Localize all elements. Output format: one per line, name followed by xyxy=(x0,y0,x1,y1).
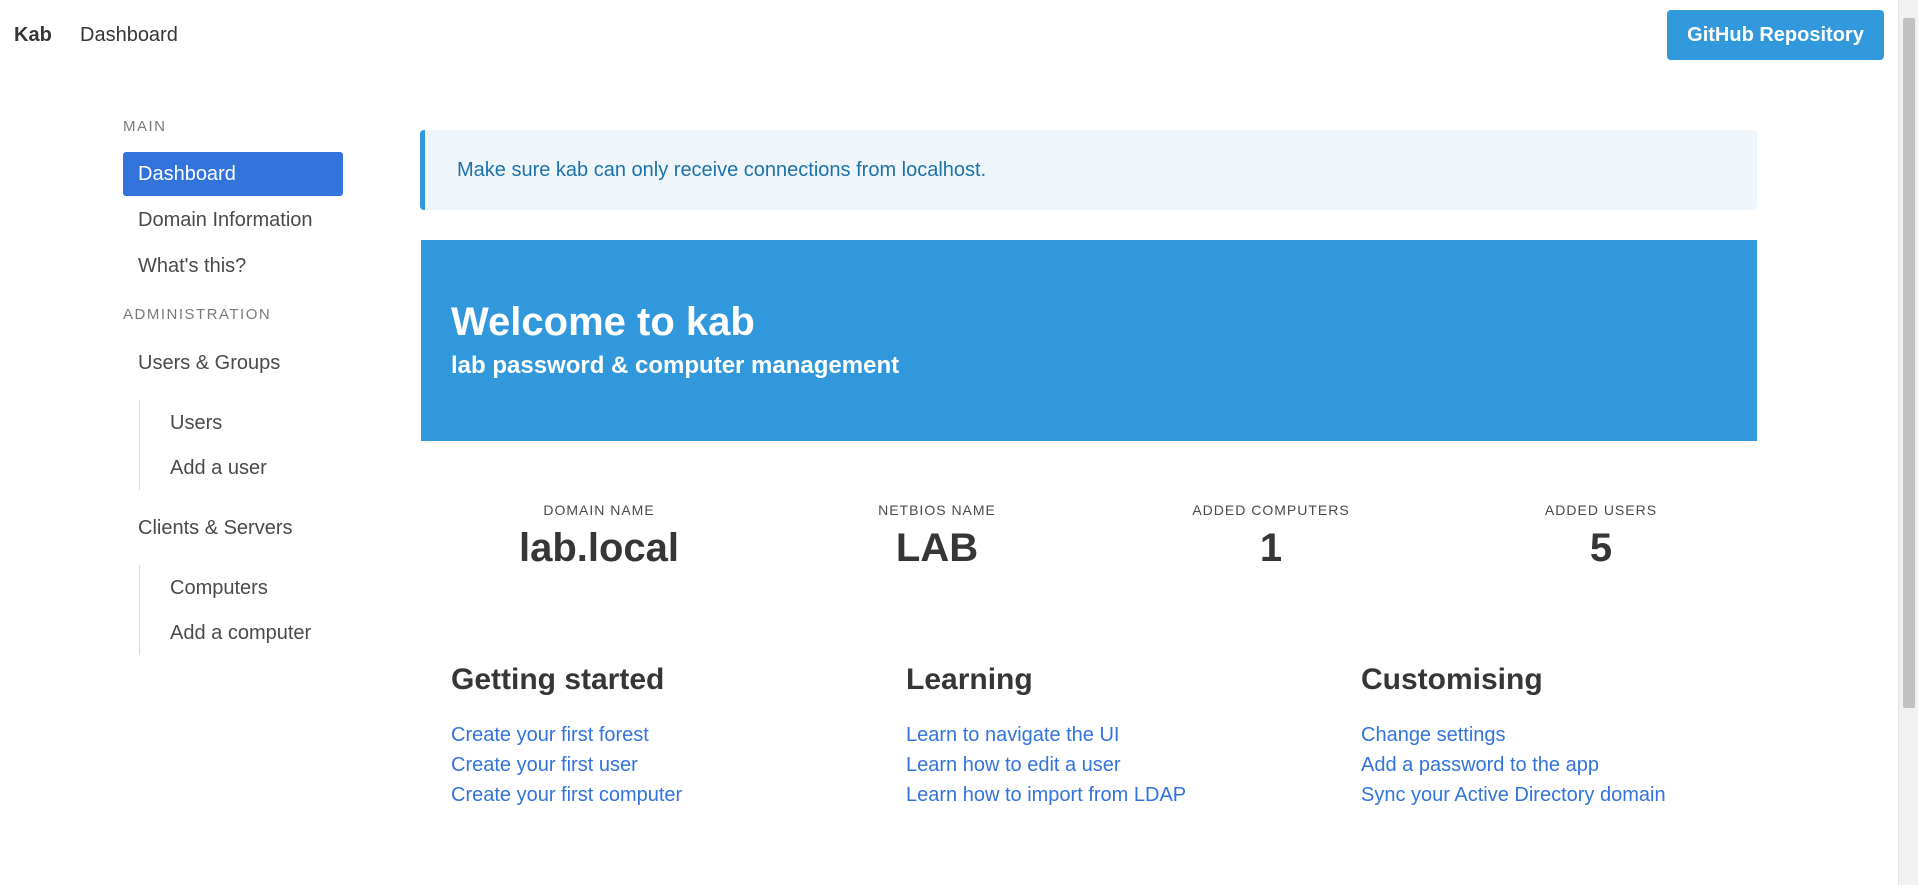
link-navigate-ui[interactable]: Learn to navigate the UI xyxy=(906,720,1326,750)
stat-heading: Added Computers xyxy=(1192,502,1350,518)
link-sync-active-directory[interactable]: Sync your Active Directory domain xyxy=(1361,780,1781,810)
sidebar-item-label: Domain Information xyxy=(138,208,313,231)
welcome-hero: Welcome to kab lab password & computer m… xyxy=(421,240,1757,441)
stat-domain-name: Domain Name lab.local xyxy=(449,502,749,572)
getting-started-column: Getting started Create your first forest… xyxy=(451,660,871,810)
stat-added-computers: Added Computers 1 xyxy=(1121,502,1421,572)
hero-title: Welcome to kab xyxy=(451,300,755,344)
stat-added-users: Added Users 5 xyxy=(1451,502,1751,572)
sidebar-item-clients-servers[interactable]: Clients & Servers xyxy=(123,506,343,550)
stat-value: LAB xyxy=(895,526,979,570)
stat-heading: Domain Name xyxy=(543,502,655,518)
menu-label-main: Main xyxy=(123,118,167,135)
sidebar-item-add-computer[interactable]: Add a computer xyxy=(170,613,311,653)
link-import-ldap[interactable]: Learn how to import from LDAP xyxy=(906,780,1326,810)
stat-netbios-name: NetBIOS Name LAB xyxy=(787,502,1087,572)
sidebar-item-add-user[interactable]: Add a user xyxy=(170,448,267,488)
sidebar-item-label: Users & Groups xyxy=(138,351,281,374)
learning-column: Learning Learn to navigate the UI Learn … xyxy=(906,660,1326,810)
users-submenu: Users Add a user xyxy=(139,400,339,490)
localhost-warning-notification: Make sure kab can only receive connectio… xyxy=(420,130,1757,210)
column-title: Learning xyxy=(906,663,1033,696)
top-navbar: Kab Dashboard GitHub Repository xyxy=(0,0,1898,72)
github-repository-button[interactable]: GitHub Repository xyxy=(1667,10,1884,60)
sidebar-item-label: Dashboard xyxy=(138,162,236,185)
sidebar-item-whats-this[interactable]: What's this? xyxy=(123,244,343,288)
stat-value: 1 xyxy=(1259,526,1283,570)
sidebar-item-users-groups[interactable]: Users & Groups xyxy=(123,341,343,385)
scrollbar-thumb[interactable] xyxy=(1903,18,1915,708)
customising-column: Customising Change settings Add a passwo… xyxy=(1361,660,1781,810)
hero-subtitle: lab password & computer management xyxy=(451,352,900,379)
menu-label-administration: Administration xyxy=(123,306,272,323)
stat-value: lab.local xyxy=(518,526,680,570)
sidebar-item-label: Clients & Servers xyxy=(138,516,293,539)
clients-submenu: Computers Add a computer xyxy=(139,565,339,655)
notification-text: Make sure kab can only receive connectio… xyxy=(457,158,987,181)
stat-value: 5 xyxy=(1589,526,1613,570)
sidebar-item-dashboard[interactable]: Dashboard xyxy=(123,152,343,196)
link-create-first-computer[interactable]: Create your first computer xyxy=(451,780,871,810)
stat-heading: Added Users xyxy=(1544,502,1658,518)
nav-item-dashboard[interactable]: Dashboard xyxy=(80,24,178,47)
brand-logo[interactable]: Kab xyxy=(14,24,52,47)
sidebar-item-computers[interactable]: Computers xyxy=(170,568,268,608)
column-title: Getting started xyxy=(451,663,665,696)
column-title: Customising xyxy=(1361,663,1543,696)
stat-heading: NetBIOS Name xyxy=(878,502,996,518)
link-create-first-user[interactable]: Create your first user xyxy=(451,750,871,780)
link-add-password[interactable]: Add a password to the app xyxy=(1361,750,1781,780)
sidebar-item-domain-information[interactable]: Domain Information xyxy=(123,198,343,242)
sidebar-item-label: What's this? xyxy=(138,254,247,277)
link-change-settings[interactable]: Change settings xyxy=(1361,720,1781,750)
link-edit-user[interactable]: Learn how to edit a user xyxy=(906,750,1326,780)
sidebar-item-users[interactable]: Users xyxy=(170,403,222,443)
page-scrollbar[interactable] xyxy=(1898,0,1918,885)
link-create-first-forest[interactable]: Create your first forest xyxy=(451,720,871,750)
